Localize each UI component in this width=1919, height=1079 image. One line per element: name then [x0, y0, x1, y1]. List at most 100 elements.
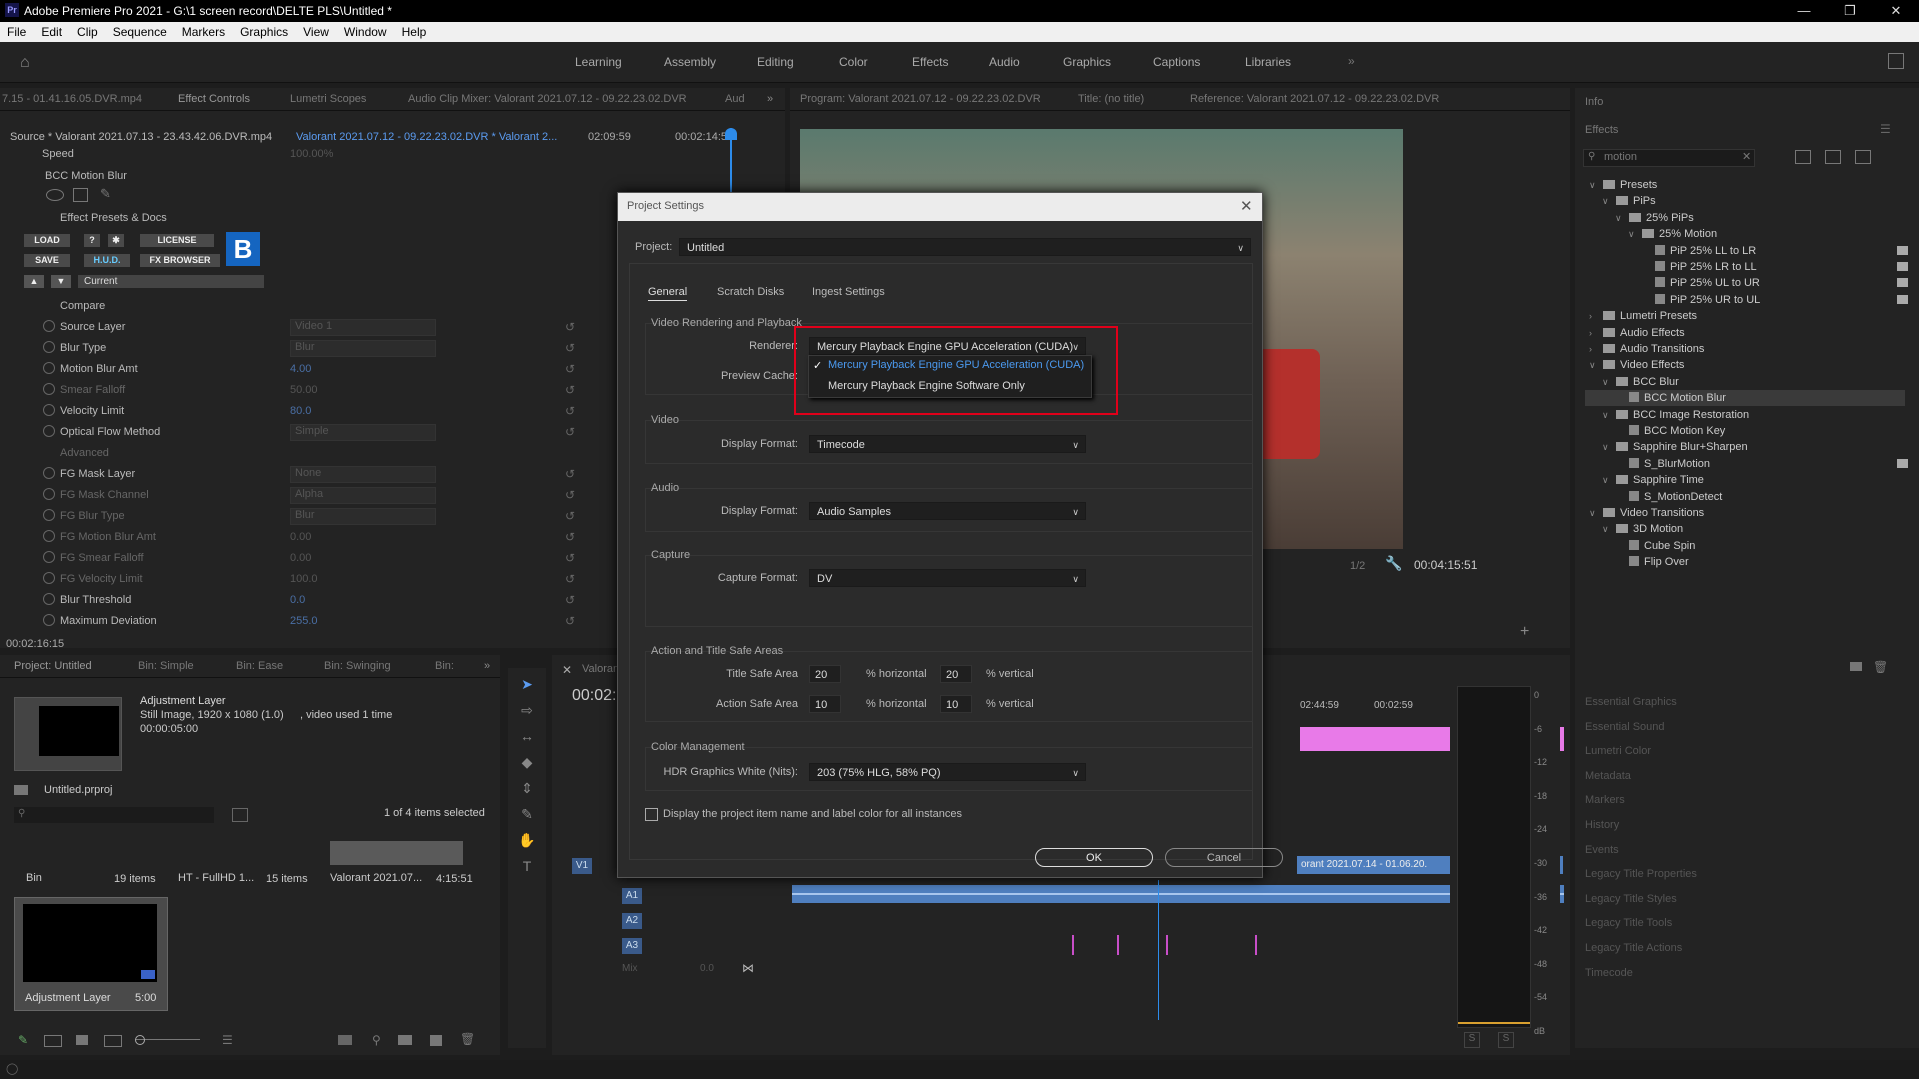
clear-search-icon[interactable]: ✕ — [1742, 150, 1751, 163]
reset-icon[interactable]: ↺ — [565, 467, 575, 481]
param-value[interactable]: 255.0 — [290, 615, 318, 627]
pencil-icon[interactable]: ✎ — [18, 1033, 28, 1047]
panel-section-legacy-title-styles[interactable]: Legacy Title Styles — [1585, 893, 1677, 905]
reset-icon[interactable]: ↺ — [565, 404, 575, 418]
tab-source-clip[interactable]: 7.15 - 01.41.16.05.DVR.mp4 — [2, 93, 142, 105]
new-item-icon[interactable] — [430, 1035, 442, 1046]
audio-display-format-select[interactable]: Audio Samples ∨ — [809, 502, 1086, 520]
menu-sequence[interactable]: Sequence — [106, 22, 175, 39]
clear-icon[interactable]: 🗑 — [460, 1032, 475, 1046]
panel-section-history[interactable]: History — [1585, 819, 1619, 831]
audio-marker[interactable] — [1166, 935, 1168, 955]
reset-icon[interactable]: ↺ — [565, 320, 575, 334]
cancel-button[interactable]: Cancel — [1165, 848, 1283, 867]
tab-bin-swinging[interactable]: Bin: Swinging — [324, 660, 391, 672]
accelerated-effects-icon[interactable] — [1795, 150, 1811, 164]
rectangle-mask-icon[interactable] — [73, 188, 88, 202]
workspace-tab-editing[interactable]: Editing — [757, 55, 794, 69]
reset-icon[interactable]: ↺ — [565, 614, 575, 628]
stopwatch-icon[interactable] — [43, 572, 55, 584]
workspace-tab-libraries[interactable]: Libraries — [1245, 55, 1291, 69]
track-a3-label[interactable]: A3 — [622, 938, 642, 954]
effects-tree-item[interactable]: Audio Effects — [1603, 327, 1685, 339]
razor-tool-icon[interactable]: ◆ — [517, 754, 537, 774]
param-dropdown[interactable]: None — [290, 466, 436, 483]
find-icon[interactable]: ⚲ — [372, 1033, 381, 1047]
param-value[interactable]: 0.0 — [290, 594, 305, 606]
close-sequence-icon[interactable]: ✕ — [562, 663, 572, 677]
tab-scratch-disks[interactable]: Scratch Disks — [717, 286, 784, 298]
param-value[interactable]: 0.00 — [290, 552, 311, 564]
effects-panel-title[interactable]: Effects — [1585, 124, 1618, 136]
effects-search-input[interactable]: ⚲ motion ✕ — [1583, 149, 1755, 167]
track-a2-label[interactable]: A2 — [622, 913, 642, 929]
chevron-down-icon[interactable]: ∨ — [1602, 377, 1609, 388]
action-safe-vertical-input[interactable]: 10 — [940, 695, 972, 713]
tab-audio[interactable]: Aud — [725, 93, 745, 105]
project-search-input[interactable]: ⚲ — [14, 807, 214, 823]
effect-controls-timecode[interactable]: 00:02:16:15 — [6, 638, 64, 650]
display-label-checkbox[interactable] — [645, 808, 658, 821]
effects-tree-item[interactable]: 3D Motion — [1616, 523, 1683, 535]
tab-title[interactable]: Title: (no title) — [1078, 93, 1144, 105]
bcc-help-button[interactable]: ? — [84, 234, 100, 247]
effects-tree-item[interactable]: Lumetri Presets — [1603, 310, 1697, 322]
effects-tree-item[interactable]: BCC Blur — [1616, 376, 1679, 388]
sort-icon[interactable]: ☰ — [222, 1033, 233, 1047]
effects-tree-item[interactable]: PiP 25% UR to UL — [1655, 293, 1760, 306]
tab-audio-clip-mixer[interactable]: Audio Clip Mixer: Valorant 2021.07.12 - … — [408, 93, 687, 105]
new-bin-icon[interactable] — [398, 1035, 412, 1045]
tab-bin-simple[interactable]: Bin: Simple — [138, 660, 194, 672]
stopwatch-icon[interactable] — [43, 551, 55, 563]
stopwatch-icon[interactable] — [43, 488, 55, 500]
param-value[interactable]: 50.00 — [290, 384, 318, 396]
workspace-tab-graphics[interactable]: Graphics — [1063, 55, 1111, 69]
more-tabs-icon[interactable]: » — [767, 93, 773, 105]
stopwatch-icon[interactable] — [43, 404, 55, 416]
program-scale[interactable]: 1/2 — [1350, 560, 1365, 572]
reset-icon[interactable]: ↺ — [565, 383, 575, 397]
menu-clip[interactable]: Clip — [70, 22, 106, 39]
chevron-down-icon[interactable]: ∨ — [1589, 180, 1596, 191]
restore-icon[interactable]: ❐ — [1827, 0, 1873, 22]
bin-item-name[interactable]: HT - FullHD 1... — [178, 872, 254, 884]
source-clip-label[interactable]: Source * Valorant 2021.07.13 - 23.43.42.… — [10, 131, 272, 143]
timeline-timecode[interactable]: 00:02: — [572, 687, 616, 705]
chevron-down-icon[interactable]: ∨ — [1589, 360, 1596, 371]
info-panel-title[interactable]: Info — [1585, 96, 1603, 108]
slip-tool-icon[interactable]: ⇕ — [517, 780, 537, 800]
pen-tool-icon[interactable]: ✎ — [517, 806, 537, 826]
audio-marker[interactable] — [1255, 935, 1257, 955]
chevron-down-icon[interactable]: ∨ — [1589, 508, 1596, 519]
tab-lumetri-scopes[interactable]: Lumetri Scopes — [290, 93, 366, 105]
panel-section-lumetri-color[interactable]: Lumetri Color — [1585, 745, 1651, 757]
tab-reference[interactable]: Reference: Valorant 2021.07.12 - 09.22.2… — [1190, 93, 1439, 105]
tab-project[interactable]: Project: Untitled — [14, 660, 92, 672]
panel-section-markers[interactable]: Markers — [1585, 794, 1625, 806]
add-button-icon[interactable]: + — [1520, 623, 1529, 641]
reset-icon[interactable]: ↺ — [565, 341, 575, 355]
effects-tree-item[interactable]: BCC Motion Key — [1629, 425, 1725, 437]
reset-icon[interactable]: ↺ — [565, 362, 575, 376]
tab-ingest-settings[interactable]: Ingest Settings — [812, 286, 885, 298]
effects-tree-item[interactable]: 25% PiPs — [1629, 212, 1694, 224]
bin-item-name[interactable]: Bin — [26, 872, 42, 884]
new-bin-icon[interactable] — [1850, 662, 1862, 671]
bcc-settings-button[interactable]: ✱ — [108, 234, 124, 247]
yuv-effects-icon[interactable] — [1855, 150, 1871, 164]
effects-tree-item[interactable]: Audio Transitions — [1603, 343, 1704, 355]
stopwatch-icon[interactable] — [43, 614, 55, 626]
menu-view[interactable]: View — [296, 22, 337, 39]
param-dropdown[interactable]: Blur — [290, 340, 436, 357]
workspace-tab-effects[interactable]: Effects — [912, 55, 948, 69]
capture-format-select[interactable]: DV ∨ — [809, 569, 1086, 587]
panel-section-legacy-title-actions[interactable]: Legacy Title Actions — [1585, 942, 1682, 954]
preset-up-arrow-icon[interactable]: ▲ — [24, 275, 44, 288]
menu-graphics[interactable]: Graphics — [233, 22, 296, 39]
effects-tree-item[interactable]: Flip Over — [1629, 556, 1689, 568]
effects-tree-item[interactable]: Video Effects — [1603, 359, 1684, 371]
panel-menu-icon[interactable]: ☰ — [1880, 122, 1891, 136]
more-bins-icon[interactable]: » — [484, 660, 490, 672]
chevron-down-icon[interactable]: ∨ — [1602, 475, 1609, 486]
workspace-tab-assembly[interactable]: Assembly — [664, 55, 716, 69]
